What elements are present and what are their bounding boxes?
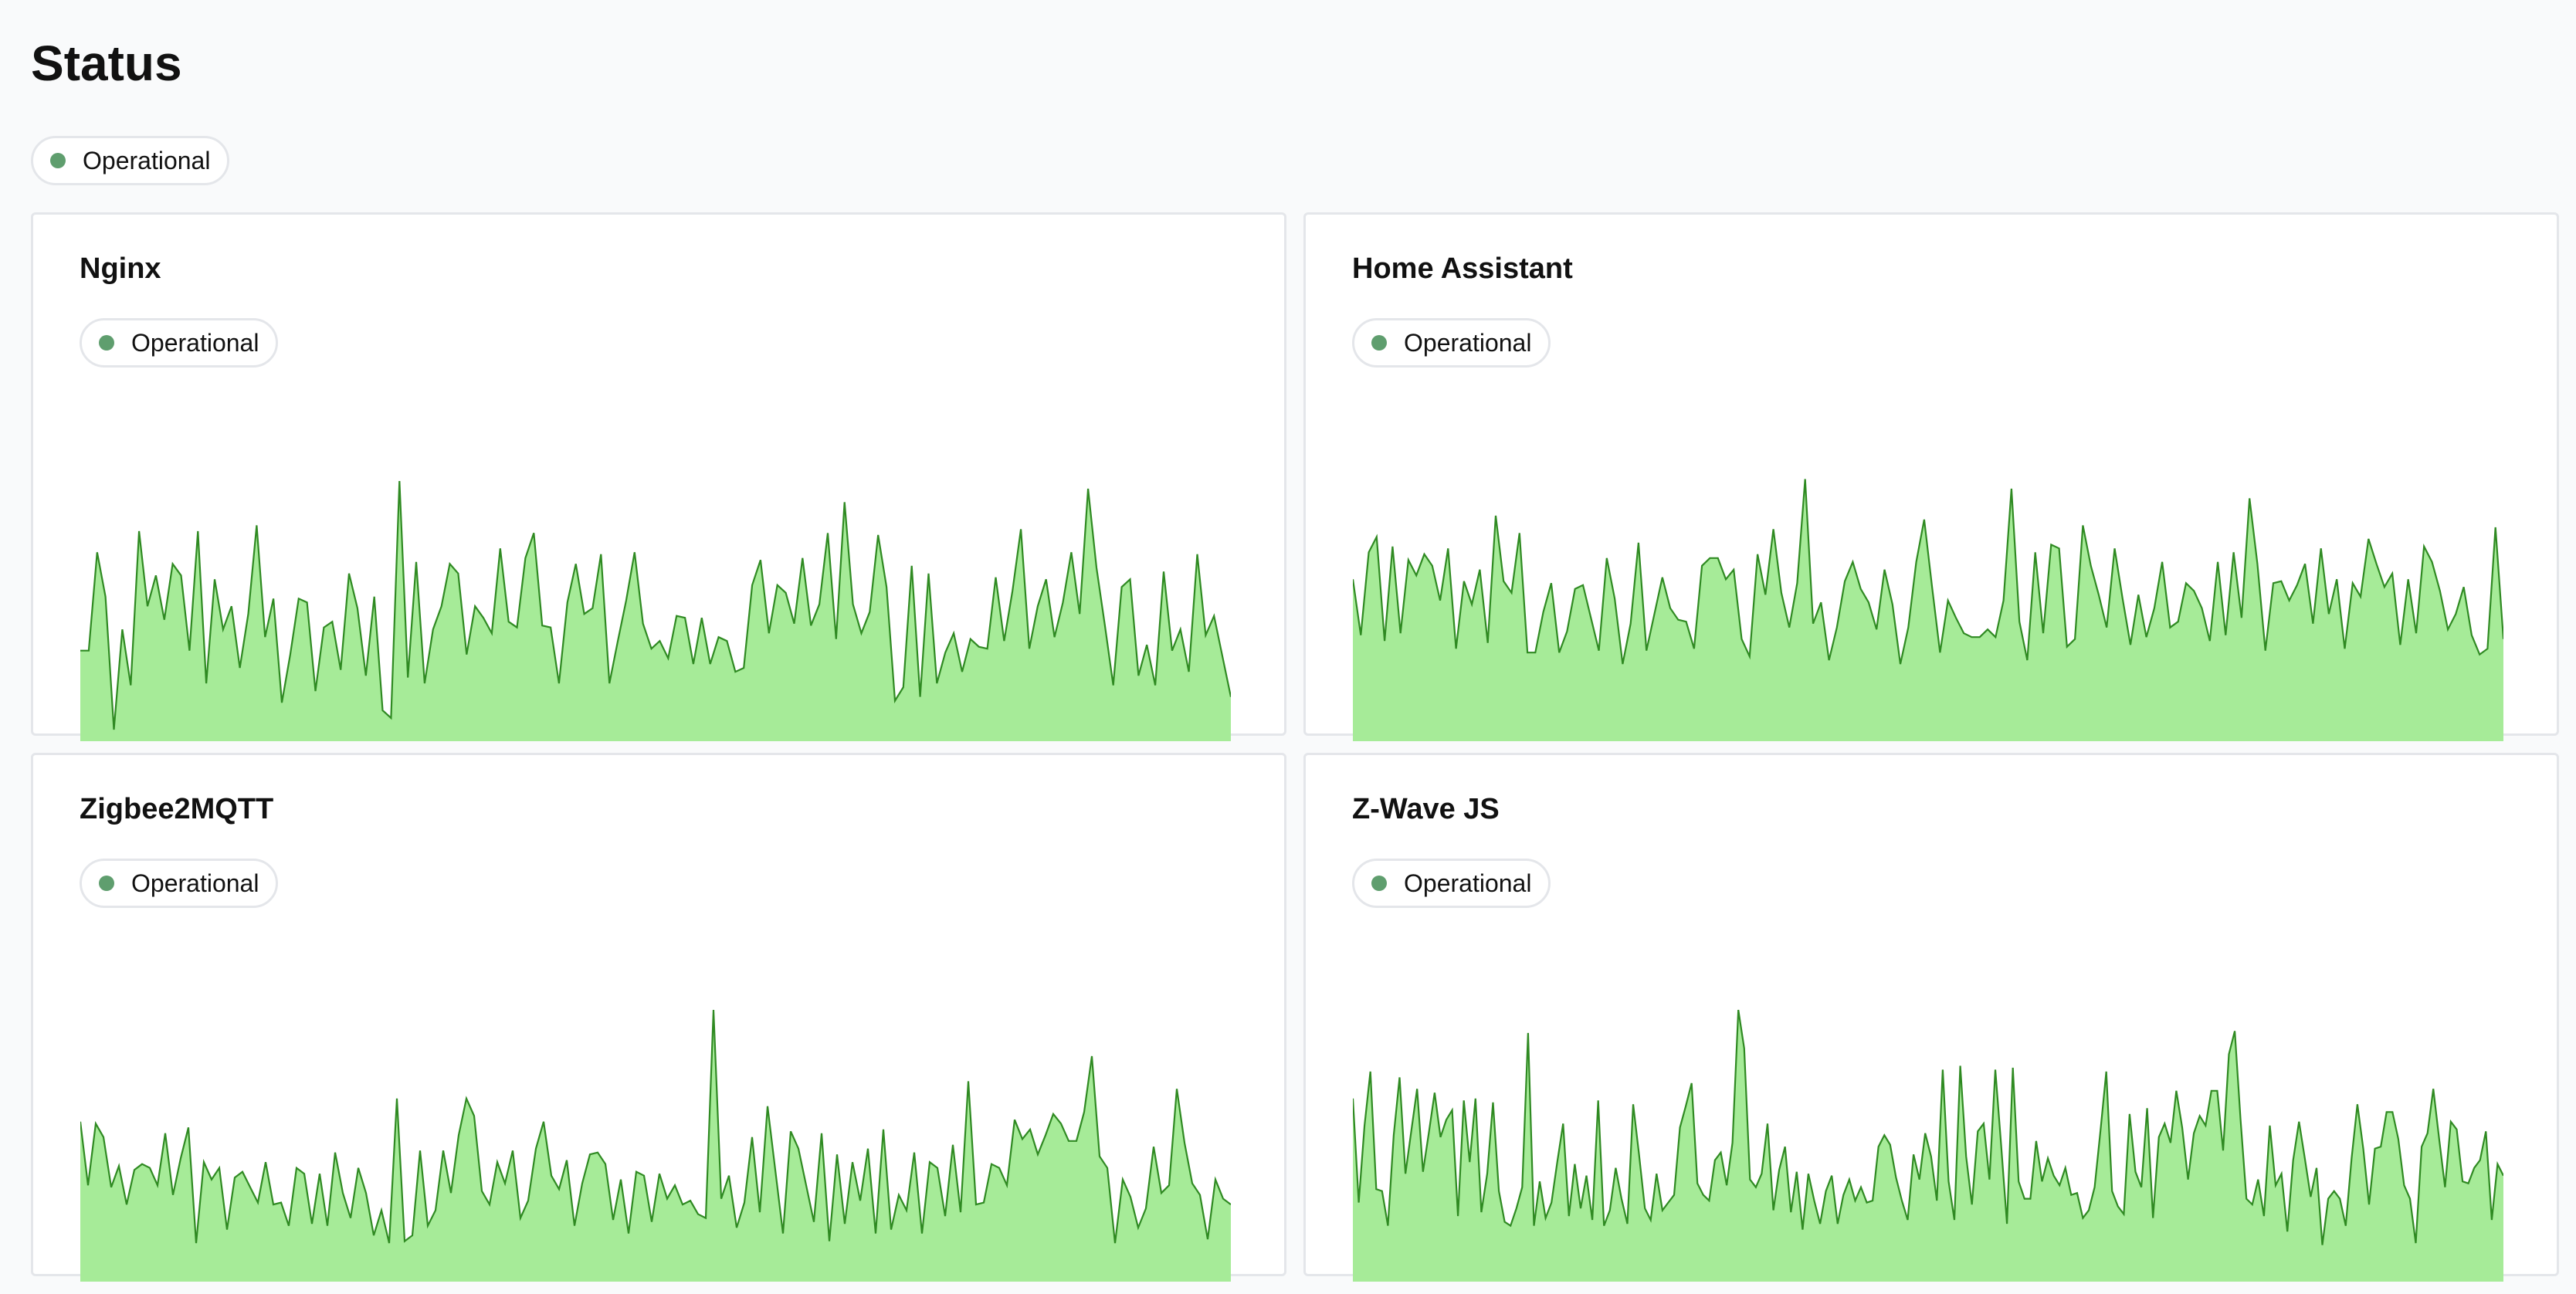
response-time-chart: [1353, 479, 2503, 741]
chart-area: [80, 1010, 1231, 1282]
overall-status-label: Operational: [83, 146, 211, 174]
page-title: Status: [31, 36, 182, 91]
overall-status-badge: Operational: [31, 136, 230, 185]
service-card-nginx: Nginx Operational: [31, 212, 1286, 741]
service-card-z-wave-js: Z-Wave JS Operational: [1303, 753, 2559, 1282]
service-status-badge: Operational: [80, 859, 279, 908]
service-title: Nginx: [80, 252, 161, 285]
response-time-chart: [80, 1009, 1231, 1282]
service-status-label: Operational: [1404, 328, 1532, 357]
response-time-chart: [1353, 1009, 2503, 1282]
service-status-badge: Operational: [1352, 318, 1551, 368]
service-status-badge: Operational: [1352, 859, 1551, 908]
service-status-label: Operational: [131, 869, 259, 897]
status-dot: [1371, 876, 1387, 891]
service-status-label: Operational: [131, 328, 259, 357]
response-time-chart: [80, 480, 1231, 741]
status-dot: [1371, 335, 1387, 351]
service-title: Z-Wave JS: [1352, 793, 1500, 825]
service-status-label: Operational: [1404, 869, 1532, 897]
service-card-zigbee2mqtt: Zigbee2MQTT Operational: [31, 753, 1286, 1282]
status-dot: [99, 876, 114, 891]
service-title: Home Assistant: [1352, 252, 1573, 285]
service-status-badge: Operational: [80, 318, 279, 368]
status-page: Status Operational Nginx Operational Hom…: [0, 0, 2576, 1294]
service-card-home-assistant: Home Assistant Operational: [1303, 212, 2559, 741]
status-dot: [50, 153, 66, 168]
status-dot: [99, 335, 114, 351]
service-title: Zigbee2MQTT: [80, 793, 274, 825]
chart-area: [80, 481, 1231, 741]
